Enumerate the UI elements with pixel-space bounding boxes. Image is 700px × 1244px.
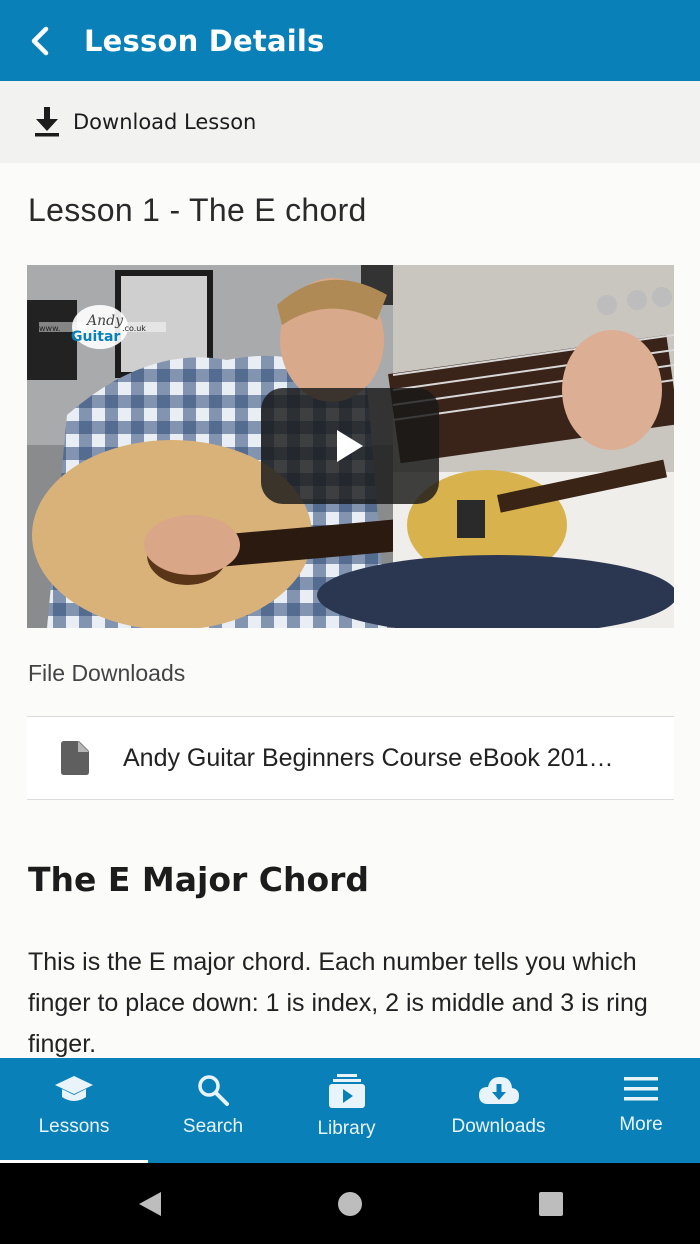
watermark-prefix: www.	[39, 324, 60, 333]
lesson-title: Lesson 1 - The E chord	[28, 192, 367, 228]
watermark-guitar: Guitar	[71, 329, 120, 345]
system-navigation-bar	[0, 1163, 700, 1244]
play-button[interactable]	[261, 388, 439, 504]
file-icon	[61, 741, 89, 775]
nav-downloads-label: Downloads	[451, 1116, 546, 1137]
bottom-navigation: Lessons Search Library Downloads More	[0, 1058, 700, 1163]
nav-more[interactable]: More	[582, 1058, 700, 1163]
chevron-left-icon	[31, 26, 49, 55]
nav-more-label: More	[619, 1114, 663, 1135]
download-lesson-button[interactable]: Download Lesson	[0, 81, 700, 163]
library-icon	[328, 1074, 365, 1108]
download-icon	[35, 107, 59, 137]
content-body: This is the E major chord. Each number t…	[28, 948, 648, 1058]
video-player[interactable]: Andy Guitar www. .co.uk	[27, 265, 674, 628]
content-heading: The E Major Chord	[28, 860, 370, 899]
back-button[interactable]	[0, 0, 70, 81]
cloud-download-icon	[478, 1077, 519, 1104]
watermark-andy: Andy	[85, 313, 124, 329]
nav-downloads[interactable]: Downloads	[415, 1058, 582, 1163]
page-title: Lesson Details	[84, 23, 325, 58]
system-back-button[interactable]	[120, 1163, 180, 1244]
nav-library[interactable]: Library	[278, 1058, 415, 1163]
nav-search-label: Search	[182, 1116, 244, 1137]
nav-search[interactable]: Search	[148, 1058, 278, 1163]
watermark-suffix: .co.uk	[122, 324, 146, 333]
system-home-button[interactable]	[320, 1163, 380, 1244]
file-downloads-heading: File Downloads	[28, 660, 186, 686]
system-recents-button[interactable]	[521, 1163, 581, 1244]
nav-lessons-label: Lessons	[38, 1116, 110, 1137]
graduation-cap-icon	[55, 1076, 93, 1101]
file-download-item[interactable]: Andy Guitar Beginners Course eBook 201…	[27, 716, 674, 800]
circle-home-icon	[338, 1191, 362, 1216]
download-lesson-label: Download Lesson	[73, 110, 257, 134]
nav-library-label: Library	[317, 1118, 376, 1139]
play-icon	[337, 430, 363, 462]
square-recents-icon	[539, 1191, 563, 1216]
triangle-back-icon	[139, 1191, 161, 1216]
file-name: Andy Guitar Beginners Course eBook 201…	[123, 743, 614, 772]
app-bar: Lesson Details	[0, 0, 700, 81]
menu-icon	[624, 1077, 658, 1101]
search-icon	[198, 1075, 229, 1106]
nav-lessons[interactable]: Lessons	[0, 1058, 148, 1163]
